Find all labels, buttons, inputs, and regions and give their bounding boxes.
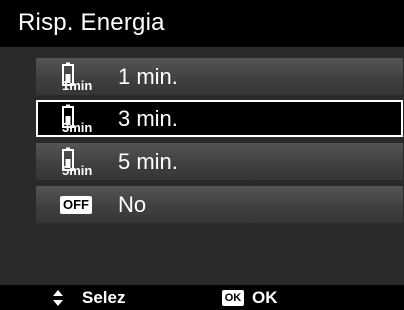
icon-text: 3min [62, 120, 92, 134]
menu-item-3-min[interactable]: 3min 3 min. [36, 100, 403, 137]
page-title: Risp. Energia [18, 9, 165, 36]
menu-item-label: No [118, 192, 147, 217]
menu-item-label: 5 min. [118, 149, 178, 174]
ok-button-icon: OK [222, 290, 244, 306]
battery-timer-icon: 3min [62, 104, 92, 134]
icon-text: 5min [62, 163, 92, 177]
select-hint-label: Selez [82, 288, 126, 307]
icon-text: 1min [62, 78, 92, 92]
title-bar: Risp. Energia [0, 0, 404, 47]
menu-item-1-min[interactable]: 1min 1 min. [36, 58, 403, 95]
battery-timer-icon: 1min [62, 62, 92, 92]
menu-item-off[interactable]: OFF No [36, 186, 403, 223]
menu-item-label: 3 min. [118, 106, 178, 131]
footer-bar: Selez OK OK [0, 285, 404, 310]
off-badge-icon: OFF [60, 196, 92, 214]
up-down-arrows-icon [53, 290, 63, 306]
battery-timer-icon: 5min [62, 147, 92, 177]
menu-item-5-min[interactable]: 5min 5 min. [36, 143, 403, 180]
menu-item-label: 1 min. [118, 64, 178, 89]
ok-hint-label: OK [252, 288, 278, 307]
